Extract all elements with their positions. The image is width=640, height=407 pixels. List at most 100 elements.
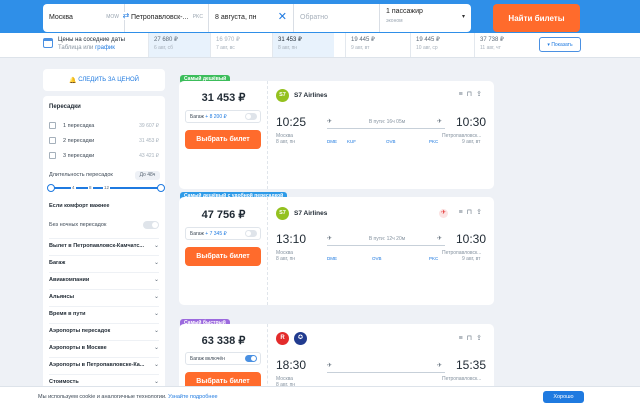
option-price: 39 607 ₽ xyxy=(139,123,159,129)
cell-date: 9 авг, вт xyxy=(351,45,370,51)
baggage-toggle[interactable] xyxy=(245,113,257,120)
price-calendar-strip: Цены на соседние даты Таблица или график… xyxy=(0,33,640,58)
share-icon[interactable]: ⇪ xyxy=(476,209,486,216)
filter-icon[interactable]: ≡ xyxy=(459,91,467,98)
watch-price-button[interactable]: 🔔 СЛЕДИТЬ ЗА ЦЕНОЙ xyxy=(43,69,165,91)
baggage-price: + 7 345 ₽ xyxy=(205,231,227,237)
swap-icon[interactable]: ⇄ xyxy=(122,12,130,20)
destination-field[interactable]: Петропавловск-... PKC xyxy=(125,4,209,32)
filter-icon[interactable]: ≡ xyxy=(459,209,467,216)
slider-handle-left[interactable] xyxy=(47,184,55,192)
filters-panel: Пересадки 1 пересадка 39 607 ₽ 2 пересад… xyxy=(43,96,165,396)
share-icon[interactable]: ⇪ xyxy=(476,91,486,98)
checkbox[interactable] xyxy=(49,152,56,159)
bookmark-icon[interactable]: ⊓ xyxy=(467,335,476,342)
landing-icon: ✈ xyxy=(437,119,443,125)
arrival-time: 10:30 xyxy=(456,115,487,129)
date-price-cell[interactable]: 27 680 ₽ 6 авг, сб xyxy=(148,33,210,57)
destination-code: PKC xyxy=(192,14,203,20)
filter-accordion[interactable]: Авиакомпании ⌄ xyxy=(49,272,159,286)
filter-icon[interactable]: ≡ xyxy=(459,335,467,342)
no-night-label: Без ночных пересадок xyxy=(49,222,107,228)
chevron-down-icon: ⌄ xyxy=(153,362,159,368)
departure-date-field[interactable]: 8 августа, пн ✕ xyxy=(209,4,294,32)
watch-price-label: СЛЕДИТЬ ЗА ЦЕНОЙ xyxy=(78,77,139,83)
accordion-label: Аэропорты в Петропавловске-Ка... xyxy=(49,362,145,368)
origin-code: MOW xyxy=(106,14,119,20)
slider-tick: 12 xyxy=(103,185,111,190)
share-icon[interactable]: ⇪ xyxy=(476,335,486,342)
chart-link[interactable]: график xyxy=(95,45,115,51)
duration-badge: До 48ч xyxy=(135,171,160,180)
transfer-option-1[interactable]: 1 пересадка 39 607 ₽ xyxy=(49,122,159,129)
transfer-option-3[interactable]: 3 пересадки 43 421 ₽ xyxy=(49,152,159,159)
s7-logo-icon: S7 xyxy=(276,207,289,220)
baggage-option[interactable]: Багаж + 8 200 ₽ xyxy=(185,110,261,123)
slider-tick: 4 xyxy=(71,185,76,190)
chevron-down-icon: ⌄ xyxy=(153,328,159,334)
date-price-cell[interactable]: 19 445 ₽ 9 авг, вт xyxy=(345,33,407,57)
airline-name: S7 Airlines xyxy=(294,210,328,217)
accordion-label: Багаж xyxy=(49,260,66,266)
airport-code: PKC xyxy=(429,139,439,144)
filter-accordion[interactable]: Аэропорты в Москве ⌄ xyxy=(49,340,159,354)
slider-handle-right[interactable] xyxy=(157,184,165,192)
checkbox[interactable] xyxy=(49,137,56,144)
passengers-count: 1 пассажир xyxy=(386,8,423,15)
baggage-toggle[interactable] xyxy=(245,230,257,237)
show-label: Показать xyxy=(551,41,573,48)
cell-price: 19 445 ₽ xyxy=(416,37,440,43)
date-price-cell[interactable]: 19 445 ₽ 10 авг, ср xyxy=(410,33,472,57)
choose-ticket-button[interactable]: Выбрать билет xyxy=(185,130,261,149)
bookmark-icon[interactable]: ⊓ xyxy=(467,209,476,216)
filter-accordion[interactable]: Аэропорты в Петропавловске-Ка... ⌄ xyxy=(49,357,159,371)
return-date-field[interactable]: Обратно xyxy=(294,4,380,32)
filter-accordion[interactable]: Аэропорты пересадок ⌄ xyxy=(49,323,159,337)
cookie-accept-button[interactable]: Хорошо xyxy=(543,391,584,403)
duration-text: Длительность пересадок xyxy=(49,172,113,178)
accordion-label: Вылет в Петропавловск-Камчатс... xyxy=(49,243,144,249)
find-tickets-button[interactable]: Найти билеты xyxy=(493,4,580,32)
chevron-down-icon: ⌄ xyxy=(153,345,159,351)
date-price-cell[interactable]: 37 738 ₽ 11 авг, чт xyxy=(474,33,536,57)
departure-time: 10:25 xyxy=(276,115,307,129)
checkbox[interactable] xyxy=(49,122,56,129)
show-calendar-button[interactable]: ▾ Показать xyxy=(539,37,581,52)
baggage-option[interactable]: Багаж включён xyxy=(185,352,261,365)
return-date-placeholder: Обратно xyxy=(300,14,329,21)
arrival-date: 9 авг, вт xyxy=(462,256,481,262)
passengers-field[interactable]: 1 пассажир эконом ▾ xyxy=(380,4,471,32)
departure-time: 13:10 xyxy=(276,232,307,246)
filter-accordion[interactable]: Альянсы ⌄ xyxy=(49,289,159,303)
comfort-title: Если комфорт важнее xyxy=(49,203,110,209)
airport-code: OVB xyxy=(386,139,396,144)
flight-duration: В пути: 16ч 05м xyxy=(368,119,406,125)
arrival-date: 9 авг, вт xyxy=(462,139,481,145)
ticket-actions: ≡⊓⇪ xyxy=(459,90,486,98)
option-price: 31 453 ₽ xyxy=(139,138,159,144)
airport-code: OVB xyxy=(372,256,382,261)
choose-ticket-button[interactable]: Выбрать билет xyxy=(185,247,261,266)
clear-date-icon[interactable]: ✕ xyxy=(278,10,287,23)
accordion-label: Альянсы xyxy=(49,294,75,300)
accordion-label: Стоимость xyxy=(49,379,79,385)
chevron-down-icon: ⌄ xyxy=(153,294,159,300)
chevron-down-icon: ⌄ xyxy=(153,260,159,266)
route-line xyxy=(327,245,445,246)
airline-logo-icon: ✪ xyxy=(294,332,307,345)
no-night-toggle[interactable] xyxy=(143,221,159,229)
baggage-toggle[interactable] xyxy=(245,355,257,362)
date-price-cell[interactable]: 16 970 ₽ 7 авг, вс xyxy=(210,33,272,57)
origin-field[interactable]: Москва MOW xyxy=(43,4,125,32)
airport-code: PKC xyxy=(429,256,439,261)
filter-accordion[interactable]: Время в пути ⌄ xyxy=(49,306,159,320)
cookie-more-link[interactable]: Узнайте подробнее xyxy=(168,394,217,400)
search-form: Москва MOW Петропавловск-... PKC 8 авгус… xyxy=(43,4,471,32)
filter-accordion[interactable]: Вылет в Петропавловск-Камчатс... ⌄ xyxy=(49,238,159,252)
date-price-cell-selected[interactable]: 31 453 ₽ 8 авг, пн xyxy=(272,33,334,57)
chevron-down-icon: ⌄ xyxy=(153,243,159,249)
transfer-option-2[interactable]: 2 пересадки 31 453 ₽ xyxy=(49,137,159,144)
baggage-option[interactable]: Багаж + 7 345 ₽ xyxy=(185,227,261,240)
bookmark-icon[interactable]: ⊓ xyxy=(467,91,476,98)
filter-accordion[interactable]: Багаж ⌄ xyxy=(49,255,159,269)
